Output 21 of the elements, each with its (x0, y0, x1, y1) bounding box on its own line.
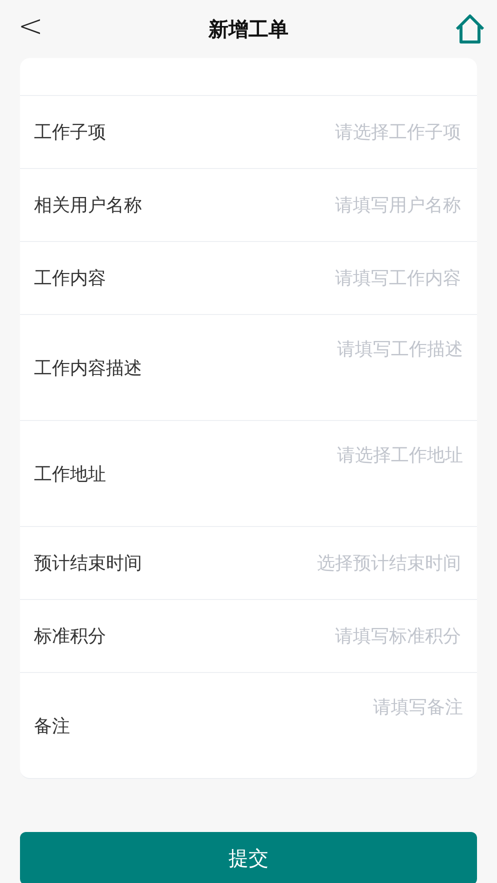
page-title: 新增工单 (208, 16, 288, 42)
input-field[interactable]: 请填写用户名称 (142, 194, 463, 216)
input-field[interactable]: 请填写工作描述 (142, 315, 463, 420)
input-field[interactable]: 请填写标准积分 (106, 624, 463, 648)
input-field[interactable]: 请填写备注 (70, 673, 463, 778)
field-label: 标准积分 (34, 625, 106, 648)
field-label: 相关用户名称 (34, 194, 142, 217)
input-field[interactable]: 请选择工作地址 (106, 421, 463, 526)
home-button[interactable] (453, 12, 487, 46)
field-label: 工作子项 (34, 121, 106, 144)
input-field[interactable]: 请填写工作内容 (106, 266, 463, 290)
field-label: 备注 (34, 714, 70, 738)
back-button[interactable]: < (14, 12, 48, 42)
field-label: 工作地址 (34, 462, 106, 486)
submit-button[interactable]: 提交 (20, 832, 477, 883)
home-icon (453, 12, 487, 46)
input-field[interactable]: 请选择工作子项 (106, 120, 463, 144)
field-label: 工作内容描述 (34, 356, 142, 380)
field-label: 预计结束时间 (34, 552, 142, 575)
input-field[interactable]: 选择预计结束时间 (142, 552, 463, 574)
field-label: 工作内容 (34, 267, 106, 290)
